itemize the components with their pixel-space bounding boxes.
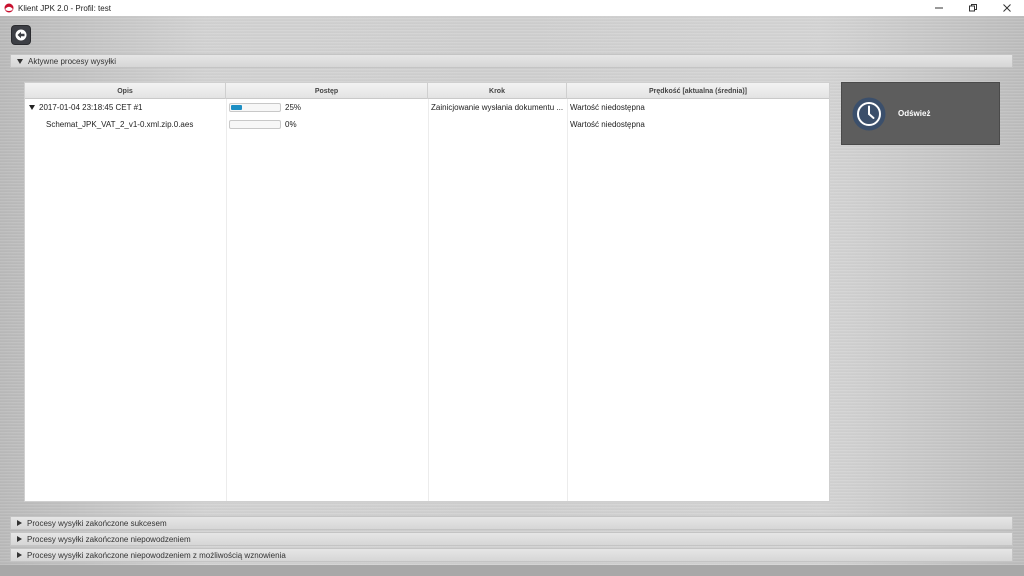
progress-bar (229, 119, 281, 129)
title-bar: Klient JPK 2.0 - Profil: test (0, 0, 1024, 16)
row-description-cell: 2017-01-04 23:18:45 CET #1 (29, 99, 225, 115)
chevron-down-icon (17, 58, 23, 64)
section-success-header[interactable]: Procesy wysyłki zakończone sukcesem (10, 516, 1013, 530)
column-divider (428, 99, 429, 501)
column-divider (567, 99, 568, 501)
row-description: Schemat_JPK_VAT_2_v1-0.xml.zip.0.aes (46, 119, 194, 129)
progress-percent: 25% (285, 102, 302, 112)
table-row[interactable]: Schemat_JPK_VAT_2_v1-0.xml.zip.0.aes 0% … (25, 116, 829, 132)
refresh-label: Odśwież (898, 109, 931, 118)
column-header-progress[interactable]: Postęp (226, 83, 428, 99)
section-failure-label: Procesy wysyłki zakończone niepowodzenie… (27, 534, 191, 544)
window-title: Klient JPK 2.0 - Profil: test (18, 3, 111, 13)
chevron-down-icon[interactable] (29, 104, 35, 110)
clock-icon (852, 97, 886, 130)
restore-icon (969, 4, 977, 12)
section-active-label: Aktywne procesy wysyłki (28, 56, 117, 66)
section-failure-header[interactable]: Procesy wysyłki zakończone niepowodzenie… (10, 532, 1013, 546)
row-step (431, 116, 565, 132)
back-button[interactable] (12, 26, 30, 44)
chevron-right-icon (17, 520, 22, 526)
chevron-right-icon (17, 552, 22, 558)
minimize-button[interactable] (922, 0, 956, 16)
column-header-speed[interactable]: Prędkość [aktualna (średnia)] (567, 83, 829, 99)
column-header-description[interactable]: Opis (25, 83, 226, 99)
table-header: Opis Postęp Krok Prędkość [aktualna (śre… (25, 83, 829, 99)
progress-bar (229, 102, 281, 112)
close-icon (1003, 4, 1011, 12)
row-progress-cell: 0% (229, 116, 425, 132)
column-divider (226, 99, 227, 501)
row-speed: Wartość niedostępna (570, 119, 645, 129)
row-progress-cell: 25% (229, 99, 425, 115)
arrow-left-icon (15, 29, 27, 41)
progress-fill (231, 104, 242, 110)
section-success-label: Procesy wysyłki zakończone sukcesem (27, 518, 167, 528)
chevron-right-icon (17, 536, 22, 542)
section-resumable-label: Procesy wysyłki zakończone niepowodzenie… (27, 550, 286, 560)
column-header-step[interactable]: Krok (428, 83, 567, 99)
row-speed: Wartość niedostępna (570, 102, 645, 112)
window-bottom-edge (0, 565, 1024, 576)
table-row[interactable]: 2017-01-04 23:18:45 CET #1 25% Zainicjow… (25, 99, 829, 115)
minimize-icon (935, 7, 943, 9)
section-active-header[interactable]: Aktywne procesy wysyłki (10, 54, 1013, 68)
close-button[interactable] (990, 0, 1024, 16)
refresh-button[interactable]: Odśwież (841, 82, 1000, 145)
row-description: 2017-01-04 23:18:45 CET #1 (39, 102, 143, 112)
restore-button[interactable] (956, 0, 990, 16)
active-processes-table: Opis Postęp Krok Prędkość [aktualna (śre… (24, 82, 830, 502)
progress-percent: 0% (285, 119, 297, 129)
section-resumable-header[interactable]: Procesy wysyłki zakończone niepowodzenie… (10, 548, 1013, 562)
row-step: Zainicjowanie wysłania dokumentu ... (431, 102, 564, 112)
app-logo-icon (4, 3, 14, 13)
